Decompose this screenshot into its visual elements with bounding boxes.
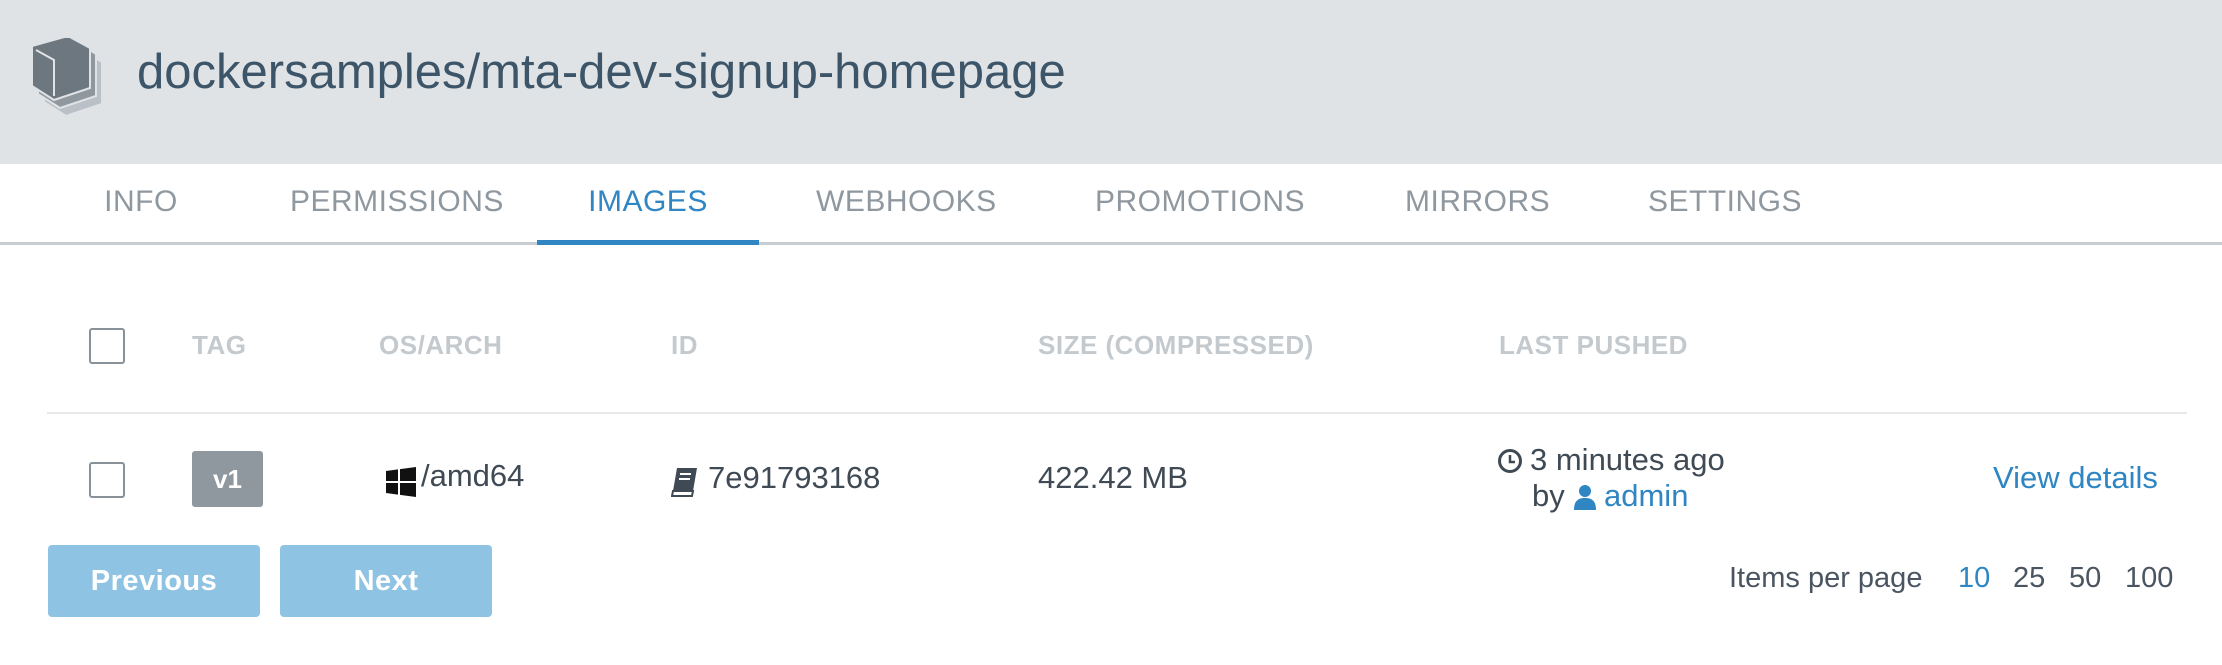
repository-header: dockersamples/mta-dev-signup-homepage (0, 0, 2222, 164)
next-button[interactable]: Next (280, 545, 492, 617)
tab-bar: INFO PERMISSIONS IMAGES WEBHOOKS PROMOTI… (0, 164, 2222, 245)
tab-images[interactable]: IMAGES (537, 164, 759, 245)
items-per-page-label: Items per page (1729, 562, 1923, 594)
tab-promotions[interactable]: PROMOTIONS (1095, 164, 1305, 242)
tab-webhooks[interactable]: WEBHOOKS (816, 164, 996, 242)
pushed-by-user-link[interactable]: admin (1604, 478, 1688, 514)
repository-books-icon (31, 38, 103, 118)
column-header-id: ID (671, 330, 698, 360)
tag-badge: v1 (192, 451, 263, 507)
os-arch-value: /amd64 (421, 458, 525, 493)
select-all-checkbox[interactable] (89, 328, 125, 364)
size-value: 422.42 MB (1038, 460, 1188, 495)
book-icon (671, 468, 697, 497)
windows-icon (386, 467, 416, 497)
last-pushed-time: 3 minutes ago (1530, 442, 1725, 477)
clock-icon (1498, 449, 1522, 473)
tab-settings[interactable]: SETTINGS (1648, 164, 1802, 242)
pushed-by-label: by (1532, 478, 1565, 513)
column-header-last-pushed: LAST PUSHED (1499, 330, 1688, 360)
items-per-page-option-25[interactable]: 25 (2013, 562, 2045, 595)
column-header-size: SIZE (COMPRESSED) (1038, 330, 1314, 360)
column-header-tag: TAG (192, 330, 247, 360)
image-id-value: 7e91793168 (708, 460, 881, 495)
items-per-page-option-100[interactable]: 100 (2125, 562, 2173, 595)
tab-mirrors[interactable]: MIRRORS (1405, 164, 1550, 242)
view-details-link[interactable]: View details (1993, 460, 2158, 496)
tab-info[interactable]: INFO (104, 164, 178, 242)
repository-title: dockersamples/mta-dev-signup-homepage (137, 45, 1066, 99)
row-select-checkbox[interactable] (89, 462, 125, 498)
table-divider (47, 412, 2187, 414)
tab-permissions[interactable]: PERMISSIONS (290, 164, 503, 242)
items-per-page-option-50[interactable]: 50 (2069, 562, 2101, 595)
user-icon (1574, 485, 1596, 510)
column-header-os-arch: OS/ARCH (379, 330, 503, 360)
items-per-page-option-10[interactable]: 10 (1958, 562, 1990, 595)
previous-button[interactable]: Previous (48, 545, 260, 617)
